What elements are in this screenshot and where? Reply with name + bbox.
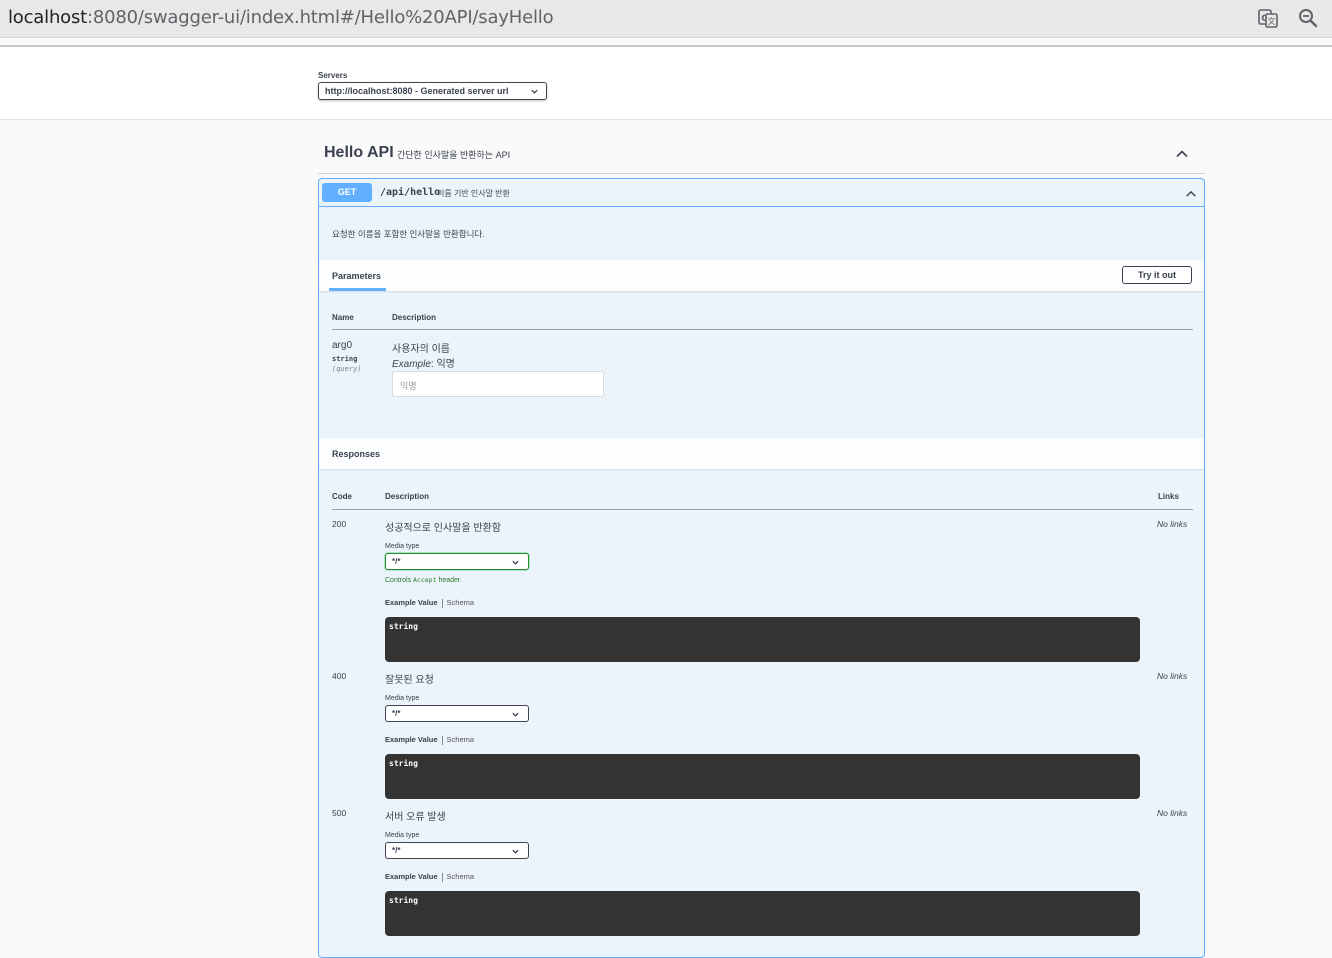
tab-schema[interactable]: Schema [447,735,475,744]
tag-description: 간단한 인사말을 반환하는 API [397,150,511,160]
example-schema-tabs: Example Value Schema [385,735,474,745]
media-type-select[interactable]: */* [385,553,529,570]
svg-text:文: 文 [1268,16,1276,26]
media-type-label: Media type [385,832,420,839]
response-links: No links [1157,519,1188,529]
operation-path: /api/hello [380,187,441,198]
param-input-arg0[interactable]: 익명 [392,371,604,397]
media-type-label: Media type [385,543,420,550]
responses-header: Responses [319,438,1204,469]
tab-example-value[interactable]: Example Value [385,872,438,881]
param-type: string [332,355,358,363]
tag-title[interactable]: Hello API [324,144,394,162]
parameters-header: Parameters Try it out [319,260,1204,291]
example-code-block: string [385,617,1140,662]
column-header-description: Description [392,313,437,322]
tab-underline [329,288,386,291]
method-badge: GET [322,183,372,202]
param-example: Example: 익명 [392,359,455,370]
response-description: 잘못된 요청 [385,675,434,686]
chevron-up-icon[interactable] [1175,147,1189,166]
response-code: 200 [332,519,347,529]
translate-icon[interactable]: G 文 [1257,7,1279,29]
response-description: 성공적으로 인사말을 반환함 [385,523,501,534]
param-location: (query) [332,365,362,373]
example-schema-tabs: Example Value Schema [385,598,474,608]
media-type-label: Media type [385,695,420,702]
param-input-placeholder: 익명 [400,381,417,391]
servers-select[interactable]: http://localhost:8080 - Generated server… [318,82,547,100]
example-code-block: string [385,891,1140,936]
example-value: string [389,622,418,631]
responses-divider [332,509,1193,510]
media-type-select[interactable]: */* [385,842,529,859]
column-header-code: Code [332,492,352,501]
param-name: arg0 [332,340,353,351]
response-links: No links [1157,671,1188,681]
media-type-select[interactable]: */* [385,705,529,722]
operation-summary[interactable]: GET /api/hello 이름 기반 인사말 반환 [319,179,1204,207]
media-type-value: */* [392,557,401,566]
tab-example-value[interactable]: Example Value [385,735,438,744]
tab-example-value[interactable]: Example Value [385,598,438,607]
response-links: No links [1157,808,1188,818]
browser-url-bar[interactable]: localhost:8080/swagger-ui/index.html#/He… [0,0,1332,38]
responses-title: Responses [332,449,381,459]
tab-schema[interactable]: Schema [447,872,475,881]
example-schema-tabs: Example Value Schema [385,872,474,882]
operation-block: GET /api/hello 이름 기반 인사말 반환 요청한 이름을 포함한 … [318,178,1205,958]
example-code-block: string [385,754,1140,799]
column-header-description: Description [385,492,430,501]
param-description: 사용자의 이름 [392,344,450,355]
example-value: string [389,759,418,768]
zoom-out-icon[interactable] [1297,7,1319,29]
servers-selected-value: http://localhost:8080 - Generated server… [325,86,509,96]
parameters-divider [332,329,1193,330]
controls-accept-note: Controls Accept header. [385,576,462,584]
servers-label: Servers [318,71,348,80]
chevron-down-icon [511,558,520,569]
tag-divider [318,173,1205,174]
chevron-up-icon[interactable] [1185,187,1197,205]
try-it-out-button[interactable]: Try it out [1122,266,1192,284]
response-code: 500 [332,808,347,818]
column-header-name: Name [332,313,354,322]
chevron-down-icon [530,87,539,98]
response-description: 서버 오류 발생 [385,812,446,823]
chevron-down-icon [511,710,520,721]
response-code: 400 [332,671,347,681]
operation-summary-text: 이름 기반 인사말 반환 [437,189,510,198]
tab-schema[interactable]: Schema [447,598,475,607]
media-type-value: */* [392,846,401,855]
media-type-value: */* [392,709,401,718]
url-text[interactable]: localhost:8080/swagger-ui/index.html#/He… [8,7,554,28]
tab-parameters[interactable]: Parameters [332,271,381,281]
example-value: string [389,896,418,905]
servers-section: Servers http://localhost:8080 - Generate… [0,47,1332,120]
chevron-down-icon [511,847,520,858]
column-header-links: Links [1158,492,1179,501]
operation-description: 요청한 이름을 포함한 인사말을 반환합니다. [332,229,485,239]
